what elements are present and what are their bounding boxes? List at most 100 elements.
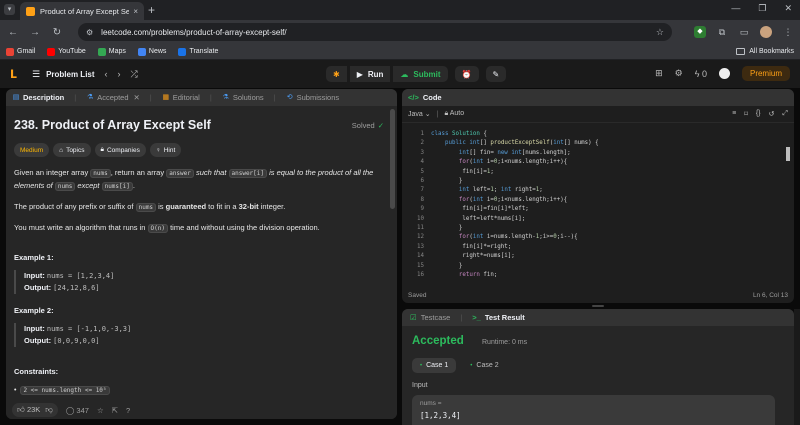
tab-description[interactable]: ▤ Description bbox=[12, 93, 65, 102]
profile-avatar[interactable] bbox=[760, 26, 772, 38]
close-window-icon[interactable]: ✕ bbox=[784, 3, 792, 14]
share-icon[interactable]: ⇱ bbox=[112, 406, 118, 415]
prev-problem-icon[interactable]: ‹ bbox=[105, 69, 108, 80]
streak-counter[interactable]: ϟ 0 bbox=[695, 69, 707, 79]
code-line[interactable]: 16 return fin; bbox=[402, 270, 794, 280]
tab-search-icon[interactable]: ▾ bbox=[4, 4, 15, 15]
new-tab-button[interactable]: + bbox=[148, 3, 155, 17]
panel-resize-handle[interactable] bbox=[402, 304, 794, 308]
help-icon[interactable]: ? bbox=[126, 406, 130, 415]
notes-button[interactable]: ✎ bbox=[485, 66, 507, 82]
case-2-tab[interactable]: • Case 2 bbox=[462, 358, 506, 373]
lightbulb-icon: ♀ bbox=[155, 146, 161, 154]
youtube-icon bbox=[47, 47, 56, 56]
extension-icon[interactable]: ◆ bbox=[694, 26, 706, 38]
page-scrollbar[interactable] bbox=[794, 309, 800, 425]
description-footer: 👍︎ 23K 👎︎ ◯ 347 ☆ ⇱ ? bbox=[6, 401, 397, 419]
forward-icon[interactable]: → bbox=[28, 27, 42, 38]
dot-icon: • bbox=[470, 362, 473, 369]
tab-solutions[interactable]: ⚗ Solutions bbox=[222, 93, 264, 102]
all-bookmarks[interactable]: All Bookmarks bbox=[736, 48, 794, 55]
braces-icon[interactable]: {} bbox=[756, 110, 761, 118]
book-icon: ▦ bbox=[162, 93, 170, 101]
flame-icon: ϟ bbox=[694, 68, 700, 79]
fullscreen-icon[interactable]: ⤢ bbox=[782, 110, 788, 118]
input-value-box: nums = [1,2,3,4] bbox=[412, 395, 775, 425]
thumbs-down-icon[interactable]: 👎︎ bbox=[45, 405, 53, 415]
bookmark-star-icon[interactable]: ☆ bbox=[656, 27, 664, 38]
minimize-icon[interactable]: — bbox=[731, 3, 740, 14]
tab-accepted[interactable]: ⚗ Accepted ✕ bbox=[86, 93, 140, 102]
folder-icon bbox=[736, 48, 746, 55]
play-icon: ▶ bbox=[356, 69, 363, 79]
tab-submissions[interactable]: ⟲ Submissions bbox=[286, 93, 339, 102]
sidebar-icon[interactable]: ▭ bbox=[738, 26, 750, 38]
lock-icon: 🔒︎ bbox=[100, 146, 104, 153]
document-icon: ▤ bbox=[12, 93, 20, 101]
translate-icon bbox=[178, 47, 187, 56]
submit-button[interactable]: ☁ Submit bbox=[393, 66, 448, 82]
shuffle-icon[interactable]: ⤮ bbox=[131, 69, 138, 80]
terminal-icon: >_ bbox=[472, 313, 481, 322]
topics-chip[interactable]: ⌂ Topics bbox=[53, 143, 91, 157]
code-panel-header: </> Code bbox=[402, 89, 794, 106]
bookmarks-bar: Gmail YouTube Maps News Translate All Bo… bbox=[0, 44, 800, 60]
reset-icon[interactable]: ↺ bbox=[769, 110, 775, 118]
tab-test-result[interactable]: >_ Test Result bbox=[472, 313, 524, 322]
layout-grid-icon[interactable]: ⊞ bbox=[655, 68, 663, 79]
debug-button[interactable]: ✱ bbox=[326, 66, 347, 82]
timer-button[interactable]: ⏰ bbox=[454, 66, 479, 82]
bookmark-gmail[interactable]: Gmail bbox=[6, 47, 35, 56]
bookmark-icon[interactable]: ⌑ bbox=[744, 110, 748, 118]
bookmark-news[interactable]: News bbox=[137, 47, 166, 56]
tab-testcase[interactable]: ☑ Testcase bbox=[410, 313, 450, 322]
maps-icon bbox=[97, 47, 106, 56]
comments-button[interactable]: ◯ 347 bbox=[66, 406, 89, 415]
bookmark-maps[interactable]: Maps bbox=[97, 47, 126, 56]
user-avatar[interactable] bbox=[718, 68, 730, 79]
hint-chip[interactable]: ♀ Hint bbox=[149, 143, 182, 157]
problem-title[interactable]: 238. Product of Array Except Self bbox=[14, 118, 380, 132]
code-editor[interactable]: 1 class Solution {2 public int[] productE… bbox=[402, 125, 794, 288]
editor-scroll-marker bbox=[786, 147, 790, 161]
case-1-tab[interactable]: • Case 1 bbox=[412, 358, 457, 373]
like-button[interactable]: 👍︎ 23K bbox=[17, 405, 40, 415]
back-icon[interactable]: ← bbox=[6, 27, 20, 38]
settings-icon[interactable]: ⚙ bbox=[675, 68, 683, 79]
bug-icon: ✱ bbox=[333, 69, 340, 79]
site-info-icon[interactable]: ⚙ bbox=[86, 28, 93, 37]
format-icon[interactable]: ≡ bbox=[732, 110, 736, 118]
browser-menu-icon[interactable]: ⋮ bbox=[782, 26, 794, 38]
premium-button[interactable]: Premium bbox=[741, 66, 790, 81]
browser-tab[interactable]: Product of Array Except Self - L × bbox=[20, 2, 144, 20]
auto-mode[interactable]: 🔒︎ Auto bbox=[444, 110, 464, 118]
bookmark-youtube[interactable]: YouTube bbox=[47, 47, 86, 56]
leetcode-logo-icon[interactable]: ᒪ bbox=[10, 68, 22, 81]
bookmark-translate[interactable]: Translate bbox=[178, 47, 218, 56]
description-scrollbar[interactable] bbox=[390, 109, 395, 209]
line-number: 16 bbox=[417, 272, 424, 278]
tab-close-icon[interactable]: × bbox=[133, 7, 138, 16]
result-status: Accepted bbox=[412, 335, 464, 347]
leetcode-header: ᒪ ☰ Problem List ‹ › ⤮ ✱ ▶ Run ☁ Submit ⏰ … bbox=[0, 60, 800, 88]
code-text: return fin; bbox=[458, 272, 498, 278]
next-problem-icon[interactable]: › bbox=[118, 69, 121, 80]
statement-paragraph-3: You must write an algorithm that runs in… bbox=[14, 223, 320, 233]
language-select[interactable]: Java ⌄ bbox=[408, 110, 431, 118]
run-button[interactable]: ▶ Run bbox=[349, 66, 391, 82]
code-panel: </> Code Java ⌄ | 🔒︎ Auto ≡ ⌑ {} ↺ ⤢ 1 cl… bbox=[402, 89, 794, 303]
difficulty-badge: Medium bbox=[14, 143, 50, 157]
companies-chip[interactable]: 🔒︎ Companies bbox=[94, 143, 146, 157]
extensions-puzzle-icon[interactable]: ⧉ bbox=[716, 26, 728, 38]
problem-list-button[interactable]: ☰ Problem List bbox=[32, 69, 95, 80]
maximize-icon[interactable]: ❐ bbox=[758, 3, 766, 14]
star-icon[interactable]: ☆ bbox=[97, 406, 104, 415]
test-panel-tabs: ☑ Testcase | >_ Test Result bbox=[402, 309, 794, 326]
example-2: Input: nums = [-1,1,0,-3,3] Output: [0,0… bbox=[14, 323, 380, 347]
tab-editorial[interactable]: ▦ Editorial bbox=[162, 93, 199, 102]
reload-icon[interactable]: ↻ bbox=[50, 27, 64, 38]
address-bar[interactable]: ⚙ leetcode.com/problems/product-of-array… bbox=[78, 23, 672, 41]
check-circle-icon: ✓ bbox=[377, 121, 384, 130]
alarm-icon: ⏰ bbox=[461, 69, 472, 79]
tab-close-icon[interactable]: ✕ bbox=[134, 93, 140, 102]
